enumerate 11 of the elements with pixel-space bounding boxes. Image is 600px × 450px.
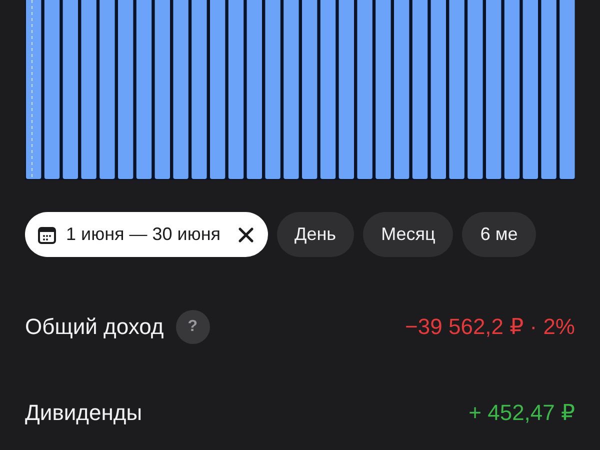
summary-value: + 452,47 ₽ [468, 400, 575, 426]
summary-label: Дивиденды [25, 400, 142, 426]
period-chip[interactable]: 6 ме [462, 212, 536, 257]
summary-label: Общий доход [25, 314, 164, 340]
period-chip[interactable]: Месяц [363, 212, 454, 257]
period-chip[interactable]: День [276, 212, 354, 257]
period-chip[interactable]: 1 июня — 30 июня [25, 212, 268, 257]
calendar-icon [37, 224, 57, 244]
summary-value: −39 562,2 ₽ · 2% [405, 314, 575, 340]
help-button[interactable]: ? [176, 310, 210, 344]
close-icon[interactable] [238, 226, 254, 242]
